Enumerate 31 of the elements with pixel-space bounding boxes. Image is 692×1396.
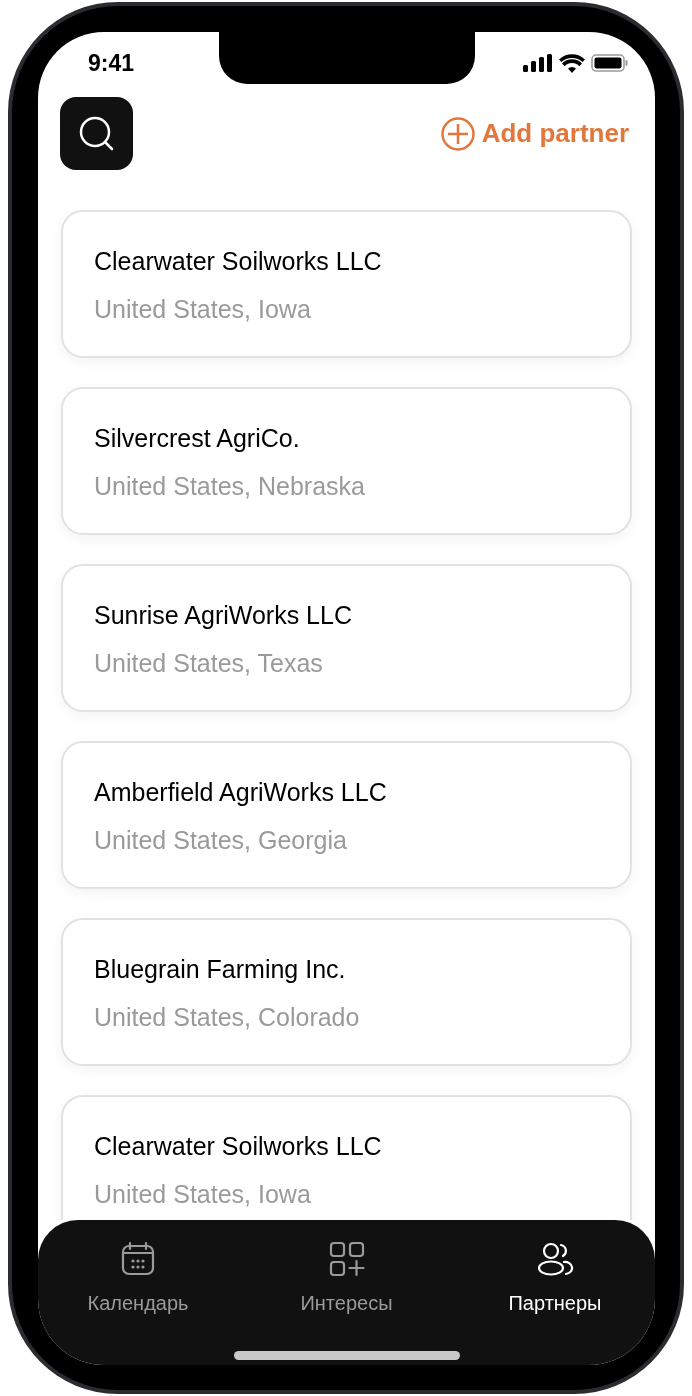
partner-name: Amberfield AgriWorks LLC — [94, 777, 388, 807]
signal-icon — [523, 54, 553, 72]
tab[interactable]: Партнеры — [485, 1240, 625, 1318]
tab[interactable]: Интересы — [276, 1240, 417, 1318]
search-button[interactable] — [60, 97, 133, 170]
partner-name: Clearwater Soilworks LLC — [94, 246, 383, 276]
search-icon — [77, 114, 116, 153]
partner-name: Sunrise AgriWorks LLC — [94, 600, 353, 630]
partner-name: Silvercrest AgriCo. — [94, 423, 301, 453]
partner-card[interactable]: Clearwater Soilworks LLC United States, Iowa — [61, 1095, 632, 1220]
partner-location: United States, Georgia — [94, 825, 348, 855]
partner-location: United States, Colorado — [94, 1002, 361, 1032]
partner-card[interactable]: Bluegrain Farming Inc. United States, Colorado — [61, 918, 632, 1066]
partner-location: United States, Iowa — [94, 294, 312, 324]
status-time: 9:41 — [88, 48, 135, 78]
battery-icon — [591, 54, 629, 72]
partner-card[interactable]: Sunrise AgriWorks LLC United States, Texas — [61, 564, 632, 712]
partner-location: United States, Iowa — [94, 1179, 312, 1209]
partner-location: United States, Texas — [94, 648, 324, 678]
partner-card[interactable]: Clearwater Soilworks LLC United States, Iowa — [61, 210, 632, 358]
wifi-icon — [559, 53, 585, 73]
people-icon — [536, 1240, 574, 1278]
calendar-icon — [119, 1240, 157, 1278]
tab[interactable]: Календарь — [68, 1240, 208, 1318]
partner-card[interactable]: Amberfield AgriWorks LLC United States, Georgia — [61, 741, 632, 889]
partner-card[interactable]: Silvercrest AgriCo. United States, Nebraska — [61, 387, 632, 535]
partner-name: Clearwater Soilworks LLC — [94, 1131, 383, 1161]
plus-circle-icon — [440, 116, 475, 151]
partner-name: Bluegrain Farming Inc. — [94, 954, 347, 984]
grid-plus-icon — [327, 1240, 366, 1278]
partner-location: United States, Nebraska — [94, 471, 366, 501]
